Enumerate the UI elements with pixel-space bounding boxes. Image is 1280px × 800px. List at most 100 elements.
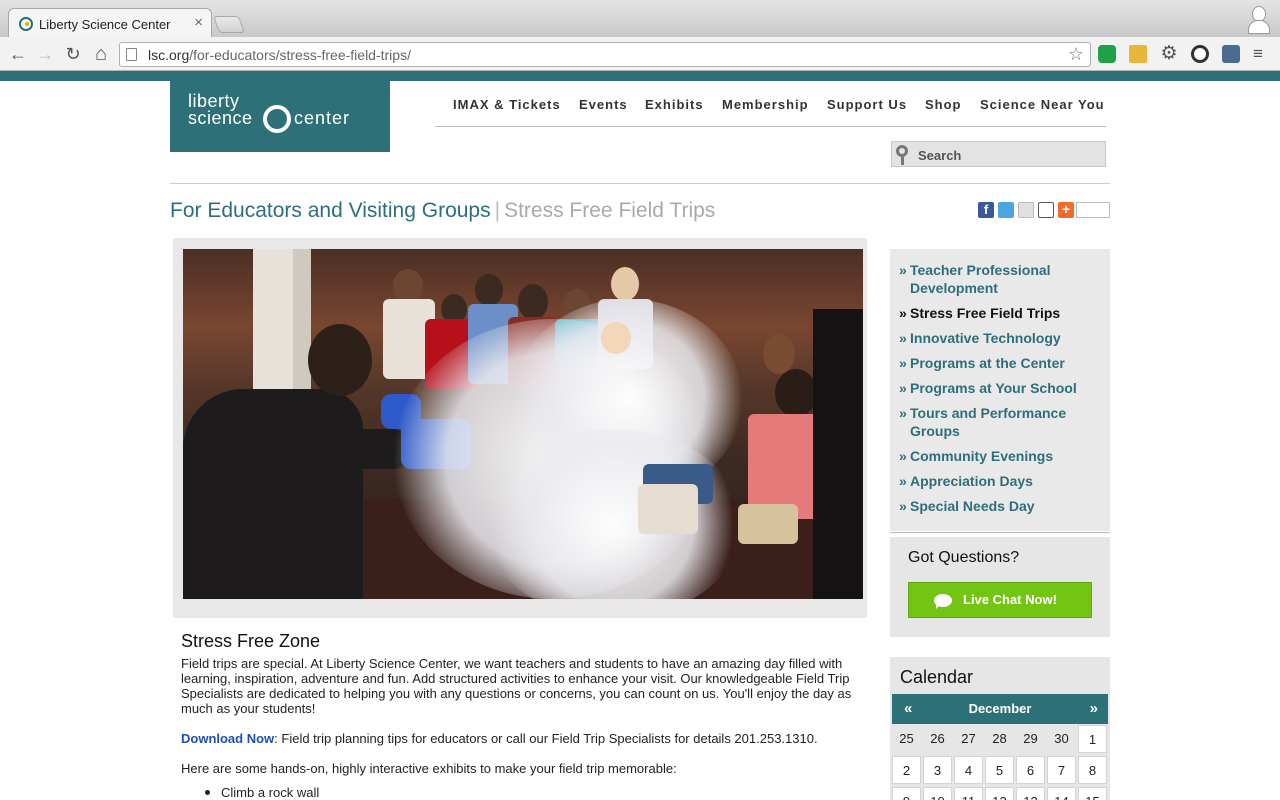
nav-exhibits[interactable]: Exhibits xyxy=(645,97,704,112)
page-icon xyxy=(126,48,137,61)
chevron-right-icon: » xyxy=(899,380,907,396)
back-arrow-icon[interactable]: ← xyxy=(6,42,30,66)
site-logo[interactable]: liberty science center xyxy=(170,81,390,152)
extension-camera-icon[interactable] xyxy=(1222,45,1240,63)
calendar-day[interactable]: 8 xyxy=(1078,756,1107,784)
calendar-day[interactable]: 3 xyxy=(923,756,952,784)
questions-panel: Got Questions? Live Chat Now! xyxy=(890,537,1110,637)
sidebar-item-label: Stress Free Field Trips xyxy=(910,305,1061,321)
download-now-link[interactable]: Download Now xyxy=(181,731,274,746)
sidebar-divider xyxy=(890,532,1110,533)
chevron-right-icon: » xyxy=(899,262,907,278)
gear-icon[interactable]: ⚙ xyxy=(1160,44,1178,63)
site-top-strip xyxy=(0,71,1280,81)
close-tab-icon[interactable]: × xyxy=(194,14,203,31)
profile-icon[interactable] xyxy=(1246,3,1270,34)
breadcrumb-separator: | xyxy=(494,199,501,222)
chevron-right-icon: » xyxy=(899,473,907,489)
browser-menu-icon[interactable]: ≡ xyxy=(1253,45,1271,63)
live-chat-label: Live Chat Now! xyxy=(963,592,1057,607)
calendar-day[interactable]: 6 xyxy=(1016,756,1045,784)
sidebar-item-special-needs-day[interactable]: » Special Needs Day xyxy=(899,497,1099,515)
calendar-day[interactable]: 2 xyxy=(892,756,921,784)
nav-events[interactable]: Events xyxy=(579,97,628,112)
sidebar-item-label: Tours and Performance Groups xyxy=(910,405,1067,439)
sidebar-item-label: Special Needs Day xyxy=(910,498,1035,514)
sidebar-item-label: Programs at the Center xyxy=(910,355,1065,371)
logo-text-science: science xyxy=(188,108,253,128)
sidebar-item-community-evenings[interactable]: » Community Evenings xyxy=(899,447,1099,465)
chevron-right-icon: » xyxy=(899,498,907,514)
extension-folder-icon[interactable] xyxy=(1129,45,1147,63)
calendar-day[interactable]: 1 xyxy=(1078,725,1107,753)
sidebar-item-label: Innovative Technology xyxy=(910,330,1061,346)
forward-arrow-icon[interactable]: → xyxy=(33,42,57,66)
extension-green-icon[interactable] xyxy=(1098,45,1116,63)
bullet-icon xyxy=(205,790,210,795)
calendar-day[interactable]: 10 xyxy=(923,787,952,800)
calendar-day[interactable]: 28 xyxy=(985,725,1014,753)
calendar-widget: Calendar December « » 25 26 27 28 29 30 … xyxy=(890,657,1110,800)
sidebar-item-stress-free-field-trips[interactable]: » Stress Free Field Trips xyxy=(899,304,1099,322)
sidebar-item-tours-and-performance-groups[interactable]: » Tours and Performance Groups xyxy=(899,404,1099,440)
calendar-next-button[interactable]: » xyxy=(1090,700,1098,717)
calendar-day[interactable]: 4 xyxy=(954,756,983,784)
search-input[interactable]: Search xyxy=(891,141,1106,167)
calendar-day[interactable]: 13 xyxy=(1016,787,1045,800)
calendar-day[interactable]: 25 xyxy=(892,725,921,753)
calendar-day[interactable]: 27 xyxy=(954,725,983,753)
nav-shop[interactable]: Shop xyxy=(925,97,962,112)
tab-title: Liberty Science Center xyxy=(39,17,171,32)
calendar-day[interactable]: 7 xyxy=(1047,756,1076,784)
nav-membership[interactable]: Membership xyxy=(722,97,809,112)
article-download-paragraph: Download Now: Field trip planning tips f… xyxy=(181,731,865,746)
sidebar-item-programs-at-the-center[interactable]: » Programs at the Center xyxy=(899,354,1099,372)
calendar-day[interactable]: 11 xyxy=(954,787,983,800)
bookmark-star-icon[interactable]: ☆ xyxy=(1068,44,1084,65)
sidebar-navigation: » Teacher Professional Development » Str… xyxy=(890,249,1110,531)
reload-icon[interactable]: ↻ xyxy=(61,42,85,66)
calendar-title: Calendar xyxy=(900,667,974,687)
calendar-day[interactable]: 30 xyxy=(1047,725,1076,753)
nav-divider xyxy=(435,126,1106,127)
sidebar-item-label: Teacher Professional Development xyxy=(910,262,1051,296)
chevron-right-icon: » xyxy=(899,405,907,421)
calendar-day[interactable]: 12 xyxy=(985,787,1014,800)
sidebar-item-innovative-technology[interactable]: » Innovative Technology xyxy=(899,329,1099,347)
calendar-day[interactable]: 29 xyxy=(1016,725,1045,753)
calendar-day[interactable]: 9 xyxy=(892,787,921,800)
addthis-plus-icon[interactable]: + xyxy=(1058,202,1074,218)
browser-tab[interactable]: Liberty Science Center × xyxy=(8,8,212,38)
email-icon[interactable] xyxy=(1018,202,1034,218)
live-chat-button[interactable]: Live Chat Now! xyxy=(908,582,1092,618)
home-icon[interactable]: ⌂ xyxy=(89,42,113,66)
header-divider xyxy=(170,183,1110,184)
address-bar[interactable]: lsc.org/for-educators/stress-free-field-… xyxy=(119,42,1091,67)
sidebar-item-programs-at-your-school[interactable]: » Programs at Your School xyxy=(899,379,1099,397)
new-tab-button[interactable] xyxy=(212,16,246,33)
facebook-icon[interactable]: f xyxy=(978,202,994,218)
url-text[interactable]: lsc.org/for-educators/stress-free-field-… xyxy=(148,47,411,63)
sidebar-item-appreciation-days[interactable]: » Appreciation Days xyxy=(899,472,1099,490)
calendar-header: December « » xyxy=(892,694,1108,724)
extension-circle-icon[interactable] xyxy=(1191,45,1209,63)
chevron-right-icon: » xyxy=(899,448,907,464)
search-placeholder: Search xyxy=(918,148,962,163)
calendar-day[interactable]: 26 xyxy=(923,725,952,753)
nav-science-near-you[interactable]: Science Near You xyxy=(980,97,1105,112)
browser-tabstrip: Liberty Science Center × xyxy=(0,0,1280,38)
sidebar-item-teacher-professional-development[interactable]: » Teacher Professional Development xyxy=(899,261,1099,297)
calendar-day[interactable]: 15 xyxy=(1078,787,1107,800)
calendar-day[interactable]: 14 xyxy=(1047,787,1076,800)
breadcrumb-current: Stress Free Field Trips xyxy=(504,199,716,222)
search-icon xyxy=(896,145,908,165)
breadcrumb-section[interactable]: For Educators and Visiting Groups xyxy=(170,199,491,222)
chat-bubble-icon xyxy=(934,594,952,609)
print-icon[interactable] xyxy=(1038,202,1054,218)
calendar-prev-button[interactable]: « xyxy=(904,700,912,717)
chevron-right-icon: » xyxy=(899,330,907,346)
nav-support-us[interactable]: Support Us xyxy=(827,97,907,112)
nav-imax-tickets[interactable]: IMAX & Tickets xyxy=(453,97,561,112)
twitter-icon[interactable] xyxy=(998,202,1014,218)
calendar-day[interactable]: 5 xyxy=(985,756,1014,784)
